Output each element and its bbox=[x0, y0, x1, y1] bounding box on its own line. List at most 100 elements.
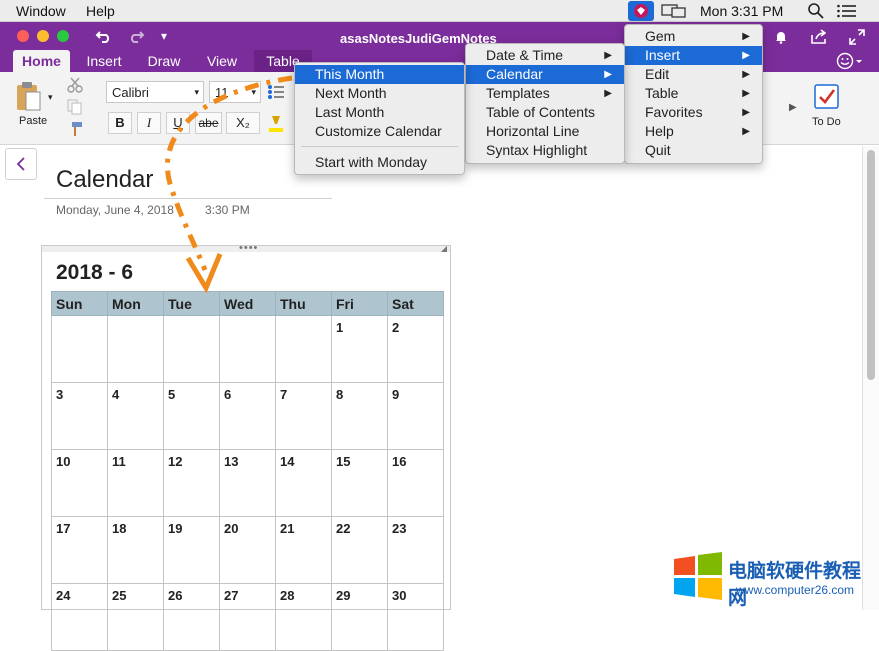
day-cell[interactable]: 10 bbox=[51, 449, 108, 517]
todo-label[interactable]: To Do bbox=[812, 116, 841, 128]
page-title[interactable]: Calendar bbox=[56, 166, 153, 194]
calendar-menu-item-next-month[interactable]: Next Month bbox=[295, 84, 464, 103]
day-cell[interactable]: 25 bbox=[107, 583, 164, 651]
format-painter-icon[interactable] bbox=[67, 121, 83, 140]
paste-dropdown-icon[interactable]: ▾ bbox=[48, 92, 53, 103]
container-resize-icon[interactable]: ◢ bbox=[441, 244, 447, 253]
insert-menu-item-horizontal-line[interactable]: Horizontal Line bbox=[466, 122, 624, 141]
day-cell[interactable]: 7 bbox=[275, 382, 332, 450]
gem-menu-item-gem[interactable]: Gem ▶ bbox=[625, 27, 762, 46]
calendar-menu-item-start-monday[interactable]: Start with Monday bbox=[295, 153, 464, 172]
day-cell[interactable] bbox=[219, 315, 276, 383]
day-cell[interactable]: 24 bbox=[51, 583, 108, 651]
notification-center-icon[interactable] bbox=[837, 4, 857, 21]
day-cell[interactable]: 21 bbox=[275, 516, 332, 584]
display-icon[interactable] bbox=[661, 3, 687, 22]
day-cell[interactable]: 8 bbox=[331, 382, 388, 450]
copy-icon[interactable] bbox=[67, 99, 83, 118]
day-cell[interactable]: 13 bbox=[219, 449, 276, 517]
day-cell[interactable]: 15 bbox=[331, 449, 388, 517]
day-cell[interactable]: 20 bbox=[219, 516, 276, 584]
week-row: 3456789 bbox=[51, 382, 444, 450]
gem-menu-item-quit[interactable]: Quit bbox=[625, 141, 762, 160]
back-button[interactable] bbox=[5, 148, 37, 180]
bell-icon[interactable] bbox=[774, 30, 788, 47]
menu-help[interactable]: Help bbox=[86, 3, 115, 19]
weekday-sun[interactable]: Sun bbox=[51, 291, 108, 316]
day-cell[interactable]: 23 bbox=[387, 516, 444, 584]
tab-view[interactable]: View bbox=[196, 50, 248, 72]
day-cell[interactable]: 22 bbox=[331, 516, 388, 584]
week-row: 12 bbox=[51, 315, 444, 383]
gem-menu-item-favorites[interactable]: Favorites ▶ bbox=[625, 103, 762, 122]
calendar-submenu: This Month Next Month Last Month Customi… bbox=[294, 62, 465, 175]
menubar-clock: Mon 3:31 PM bbox=[700, 3, 784, 19]
ribbon-scroll-right-icon[interactable]: ▶ bbox=[789, 102, 797, 113]
bold-button[interactable]: B bbox=[108, 112, 132, 134]
day-cell[interactable]: 6 bbox=[219, 382, 276, 450]
insert-menu-item-table-of-contents[interactable]: Table of Contents bbox=[466, 103, 624, 122]
tab-insert[interactable]: Insert bbox=[78, 50, 130, 72]
todo-checkbox-icon[interactable] bbox=[814, 84, 840, 113]
day-cell[interactable]: 28 bbox=[275, 583, 332, 651]
day-cell[interactable] bbox=[107, 315, 164, 383]
insert-menu-item-syntax-highlight[interactable]: Syntax Highlight bbox=[466, 141, 624, 160]
day-cell[interactable]: 11 bbox=[107, 449, 164, 517]
weekday-fri[interactable]: Fri bbox=[331, 291, 388, 316]
insert-menu-item-date-time[interactable]: Date & Time ▶ bbox=[466, 46, 624, 65]
expand-icon[interactable] bbox=[849, 29, 865, 48]
day-cell[interactable]: 4 bbox=[107, 382, 164, 450]
day-cell[interactable]: 30 bbox=[387, 583, 444, 651]
day-cell[interactable] bbox=[51, 315, 108, 383]
smiley-feedback-icon[interactable] bbox=[836, 52, 864, 73]
gem-menu-item-insert[interactable]: Insert ▶ bbox=[625, 46, 762, 65]
day-cell[interactable]: 1 bbox=[331, 315, 388, 383]
gem-menu-item-table[interactable]: Table ▶ bbox=[625, 84, 762, 103]
close-window-button[interactable] bbox=[17, 30, 29, 42]
day-cell[interactable]: 3 bbox=[51, 382, 108, 450]
day-cell[interactable] bbox=[163, 315, 220, 383]
day-cell[interactable]: 18 bbox=[107, 516, 164, 584]
vertical-scrollbar[interactable] bbox=[862, 146, 879, 610]
redo-icon[interactable] bbox=[127, 29, 145, 46]
day-cell[interactable]: 19 bbox=[163, 516, 220, 584]
calendar-table[interactable]: Sun Mon Tue Wed Thu Fri Sat 12 3456789 1… bbox=[51, 291, 444, 651]
day-cell[interactable]: 27 bbox=[219, 583, 276, 651]
day-cell[interactable]: 17 bbox=[51, 516, 108, 584]
tab-draw[interactable]: Draw bbox=[138, 50, 190, 72]
day-cell[interactable]: 14 bbox=[275, 449, 332, 517]
insert-menu-item-calendar[interactable]: Calendar ▶ bbox=[466, 65, 624, 84]
day-cell[interactable]: 16 bbox=[387, 449, 444, 517]
menu-window[interactable]: Window bbox=[16, 3, 66, 19]
tab-home[interactable]: Home bbox=[13, 50, 70, 72]
minimize-window-button[interactable] bbox=[37, 30, 49, 42]
font-name-value: Calibri bbox=[112, 85, 149, 100]
gem-menubar-button[interactable] bbox=[628, 1, 654, 21]
gem-menu-item-edit[interactable]: Edit ▶ bbox=[625, 65, 762, 84]
insert-submenu: Date & Time ▶ Calendar ▶ Templates ▶ Table … bbox=[465, 43, 625, 164]
share-icon[interactable] bbox=[810, 29, 828, 48]
day-cell[interactable]: 12 bbox=[163, 449, 220, 517]
cut-icon[interactable] bbox=[67, 77, 83, 96]
scrollbar-thumb[interactable] bbox=[867, 150, 875, 380]
day-cell[interactable] bbox=[275, 315, 332, 383]
calendar-menu-item-customize[interactable]: Customize Calendar bbox=[295, 122, 464, 141]
gem-menu-item-help[interactable]: Help ▶ bbox=[625, 122, 762, 141]
day-cell[interactable]: 26 bbox=[163, 583, 220, 651]
day-cell[interactable]: 9 bbox=[387, 382, 444, 450]
insert-menu-item-templates[interactable]: Templates ▶ bbox=[466, 84, 624, 103]
day-cell[interactable]: 5 bbox=[163, 382, 220, 450]
customize-toolbar-icon[interactable]: ▾ bbox=[161, 29, 167, 43]
paste-icon[interactable] bbox=[14, 80, 42, 115]
weekday-sat[interactable]: Sat bbox=[387, 291, 444, 316]
spotlight-search-icon[interactable] bbox=[808, 3, 824, 22]
zoom-window-button[interactable] bbox=[57, 30, 69, 42]
day-cell[interactable]: 2 bbox=[387, 315, 444, 383]
calendar-menu-item-last-month[interactable]: Last Month bbox=[295, 103, 464, 122]
calendar-menu-item-this-month[interactable]: This Month bbox=[295, 65, 464, 84]
day-cell[interactable]: 29 bbox=[331, 583, 388, 651]
chevron-left-icon bbox=[16, 157, 25, 171]
paste-label[interactable]: Paste bbox=[19, 115, 47, 127]
undo-icon[interactable] bbox=[95, 29, 113, 46]
week-row: 24 25 26 27 28 29 30 bbox=[51, 583, 444, 651]
